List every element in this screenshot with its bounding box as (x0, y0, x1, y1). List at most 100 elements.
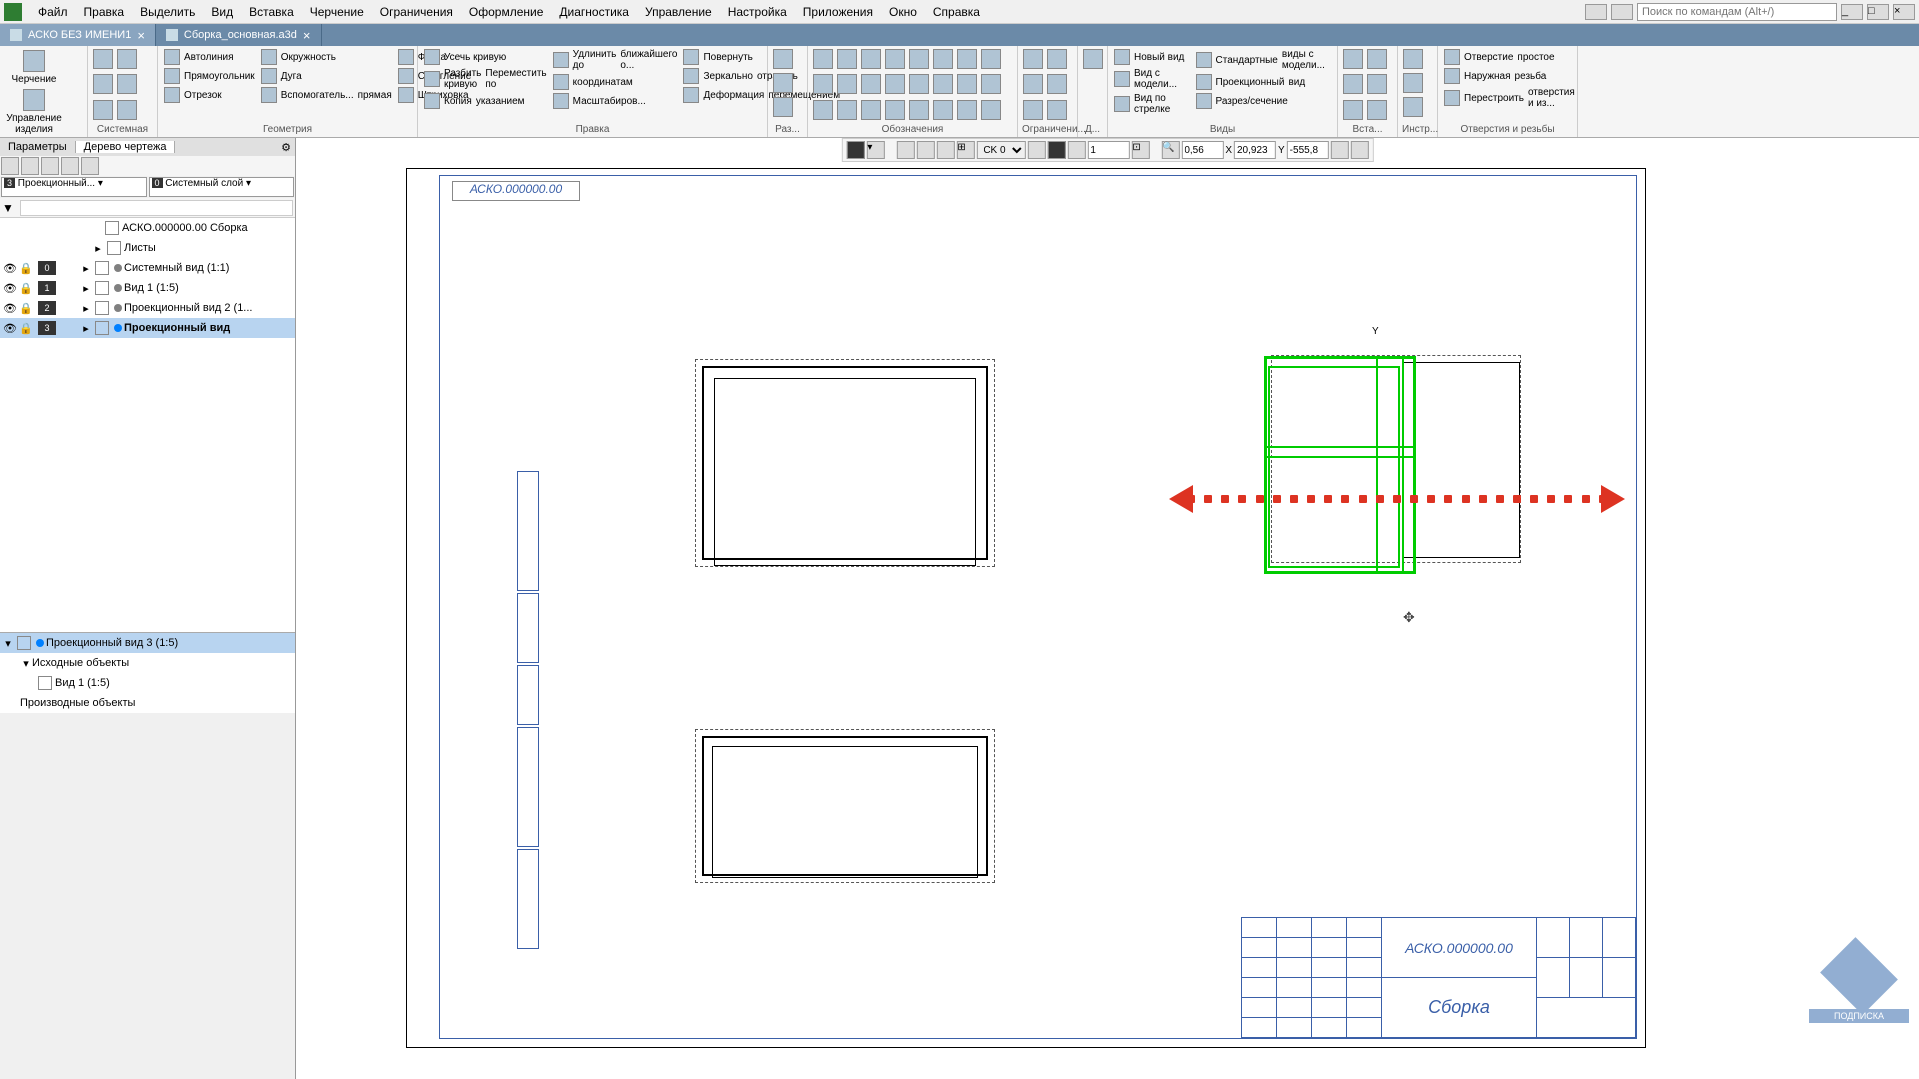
visibility-icon[interactable]: 👁 (2, 302, 18, 315)
menu-help[interactable]: Справка (925, 3, 988, 21)
menu-drawing[interactable]: Черчение (302, 3, 372, 21)
ct-icon[interactable] (936, 141, 954, 159)
panel-settings-icon[interactable]: ⚙ (277, 141, 295, 154)
command-search-input[interactable] (1637, 3, 1837, 21)
menu-manage[interactable]: Управление (637, 3, 720, 21)
tool-icon[interactable] (1403, 97, 1423, 117)
trim-button[interactable]: Усечь кривую (422, 48, 549, 66)
menu-design[interactable]: Оформление (461, 3, 551, 21)
stdviews-button[interactable]: Стандартные виды с модели... (1194, 48, 1334, 72)
menu-view[interactable]: Вид (203, 3, 241, 21)
panel-tool-icon[interactable] (1, 157, 19, 175)
doc-tab-1[interactable]: АСКО БЕЗ ИМЕНИ1 × (0, 24, 156, 46)
diag-icon[interactable] (1083, 49, 1103, 69)
panel-tab-params[interactable]: Параметры (0, 141, 76, 153)
lock-icon[interactable]: 🔒 (18, 282, 34, 295)
ct-icon[interactable] (1351, 141, 1369, 159)
tree-lower-item[interactable]: Вид 1 (1:5) (0, 673, 295, 693)
constr-icon[interactable] (1023, 74, 1043, 94)
annot-icon[interactable] (813, 49, 833, 69)
annot-icon[interactable] (837, 74, 857, 94)
annot-icon[interactable] (957, 49, 977, 69)
segment-button[interactable]: Отрезок (162, 86, 257, 104)
tree-item-sysview[interactable]: 👁 🔒 0 ▸ Системный вид (1:1) (0, 258, 295, 278)
annot-icon[interactable] (933, 100, 953, 120)
annot-icon[interactable] (813, 74, 833, 94)
visibility-icon[interactable]: 👁 (2, 262, 18, 275)
y-input[interactable] (1287, 141, 1329, 159)
zoomfit-icon[interactable]: ⊡ (1131, 141, 1149, 159)
annot-icon[interactable] (909, 74, 929, 94)
extend-button[interactable]: Удлинить до ближайшего о... (551, 48, 680, 72)
annot-icon[interactable] (861, 49, 881, 69)
dim-icon[interactable] (773, 73, 793, 93)
thread-button[interactable]: Наружная резьба (1442, 67, 1577, 85)
rotate-button[interactable]: координатам (551, 73, 680, 91)
constr-icon[interactable] (1023, 100, 1043, 120)
ct-icon[interactable] (916, 141, 934, 159)
visibility-icon[interactable]: 👁 (2, 322, 18, 335)
drawing-view-1[interactable] (695, 359, 995, 567)
annot-icon[interactable] (909, 49, 929, 69)
tree-lower-item[interactable]: Производные объекты (0, 693, 295, 713)
minimize-icon[interactable]: _ (1841, 4, 1863, 20)
annot-icon[interactable] (981, 49, 1001, 69)
tool-icon[interactable] (1403, 73, 1423, 93)
view-select[interactable]: 3 Проекционный... ▾ (1, 177, 147, 197)
panel-tool-icon[interactable] (61, 157, 79, 175)
annot-icon[interactable] (861, 74, 881, 94)
coord-system-select[interactable]: CK 0 (976, 141, 1025, 159)
drawing-sheet[interactable]: АСКО.000000.00 Y ✥ (406, 168, 1646, 1048)
auxline-button[interactable]: Вспомогатель...прямая (259, 86, 394, 104)
tab-close-icon[interactable]: × (303, 28, 311, 43)
menu-select[interactable]: Выделить (132, 3, 203, 21)
annot-icon[interactable] (981, 100, 1001, 120)
scale-input[interactable] (1087, 141, 1129, 159)
tool-icon[interactable] (1403, 49, 1423, 69)
movecoord-button[interactable]: Разбить кривую Переместить по (422, 67, 549, 91)
zoom-icon[interactable]: 🔍 (1161, 141, 1179, 159)
tab-close-icon[interactable]: × (137, 28, 145, 43)
layout-btn1-icon[interactable] (1585, 4, 1607, 20)
ins-icon[interactable] (1367, 74, 1387, 94)
lock-icon[interactable]: 🔒 (18, 302, 34, 315)
dim-icon[interactable] (773, 97, 793, 117)
constr-icon[interactable] (1047, 49, 1067, 69)
zoom-input[interactable] (1181, 141, 1223, 159)
ct-icon[interactable] (1331, 141, 1349, 159)
annot-icon[interactable] (813, 100, 833, 120)
projview-button[interactable]: Проекционный вид (1194, 73, 1334, 91)
panel-tool-icon[interactable] (41, 157, 59, 175)
annot-icon[interactable] (861, 100, 881, 120)
annot-icon[interactable] (837, 100, 857, 120)
copy-button[interactable]: Копия указанием (422, 92, 549, 110)
rebuild-button[interactable]: Перестроить отверстия и из... (1442, 86, 1577, 110)
circle-button[interactable]: Окружность (259, 48, 394, 66)
ins-icon[interactable] (1367, 100, 1387, 120)
annot-icon[interactable] (885, 49, 905, 69)
autoline-button[interactable]: Автолиния (162, 48, 257, 66)
tree-search-input[interactable] (20, 200, 293, 216)
menu-diagnostics[interactable]: Диагностика (551, 3, 637, 21)
section-button[interactable]: Разрез/сечение (1194, 92, 1334, 110)
layout-btn2-icon[interactable] (1611, 4, 1633, 20)
menu-settings[interactable]: Настройка (720, 3, 795, 21)
sys-icon[interactable] (93, 49, 113, 69)
menu-file[interactable]: Файл (30, 3, 76, 21)
tree-item-projview3[interactable]: 👁 🔒 3 ▸ Проекционный вид (0, 318, 295, 338)
lock-icon[interactable]: 🔒 (18, 262, 34, 275)
newview-button[interactable]: Новый вид (1112, 48, 1192, 66)
grid-icon[interactable]: ⊞ (956, 141, 974, 159)
menu-edit[interactable]: Правка (76, 3, 133, 21)
lock-icon[interactable]: 🔒 (18, 322, 34, 335)
x-input[interactable] (1234, 141, 1276, 159)
title-block[interactable]: АСКО.000000.00 Сборка (1241, 917, 1637, 1039)
annot-icon[interactable] (957, 100, 977, 120)
ribbon-drawing-button[interactable]: Черчение (4, 48, 64, 87)
ins-icon[interactable] (1343, 49, 1363, 69)
dim-icon[interactable] (773, 49, 793, 69)
menu-apps[interactable]: Приложения (795, 3, 881, 21)
tree-item-view1[interactable]: 👁 🔒 1 ▸ Вид 1 (1:5) (0, 278, 295, 298)
sys-icon[interactable] (117, 49, 137, 69)
ct-icon[interactable] (846, 141, 864, 159)
